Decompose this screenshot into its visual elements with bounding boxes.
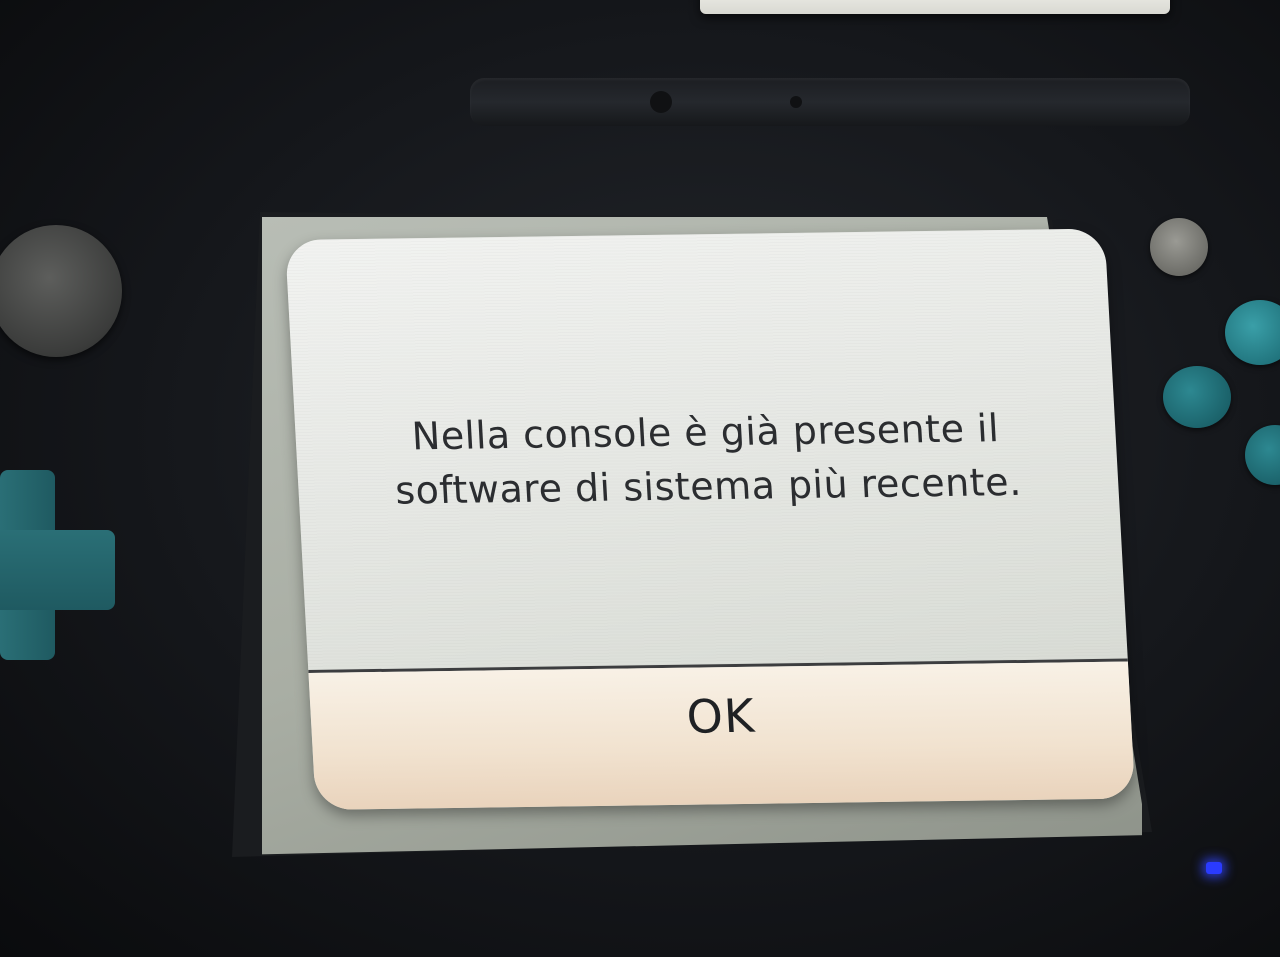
y-button bbox=[1163, 366, 1231, 428]
sensor-dot bbox=[790, 96, 802, 108]
ok-button-label: OK bbox=[685, 688, 757, 744]
c-stick bbox=[1150, 218, 1208, 276]
d-pad-horizontal bbox=[0, 530, 115, 610]
ok-button[interactable]: OK bbox=[308, 661, 1136, 810]
console-photo: Nella console è già presente il software… bbox=[0, 0, 1280, 957]
power-led bbox=[1206, 862, 1222, 874]
x-button bbox=[1225, 300, 1280, 365]
top-screen-edge bbox=[700, 0, 1170, 14]
camera-lens bbox=[650, 91, 672, 113]
dialog-body: Nella console è già presente il software… bbox=[285, 228, 1128, 670]
system-update-dialog: Nella console è già presente il software… bbox=[285, 228, 1136, 810]
console-hinge bbox=[470, 78, 1190, 126]
a-button bbox=[1245, 425, 1280, 485]
dialog-message: Nella console è già presente il software… bbox=[394, 406, 1023, 513]
circle-pad bbox=[0, 225, 122, 357]
